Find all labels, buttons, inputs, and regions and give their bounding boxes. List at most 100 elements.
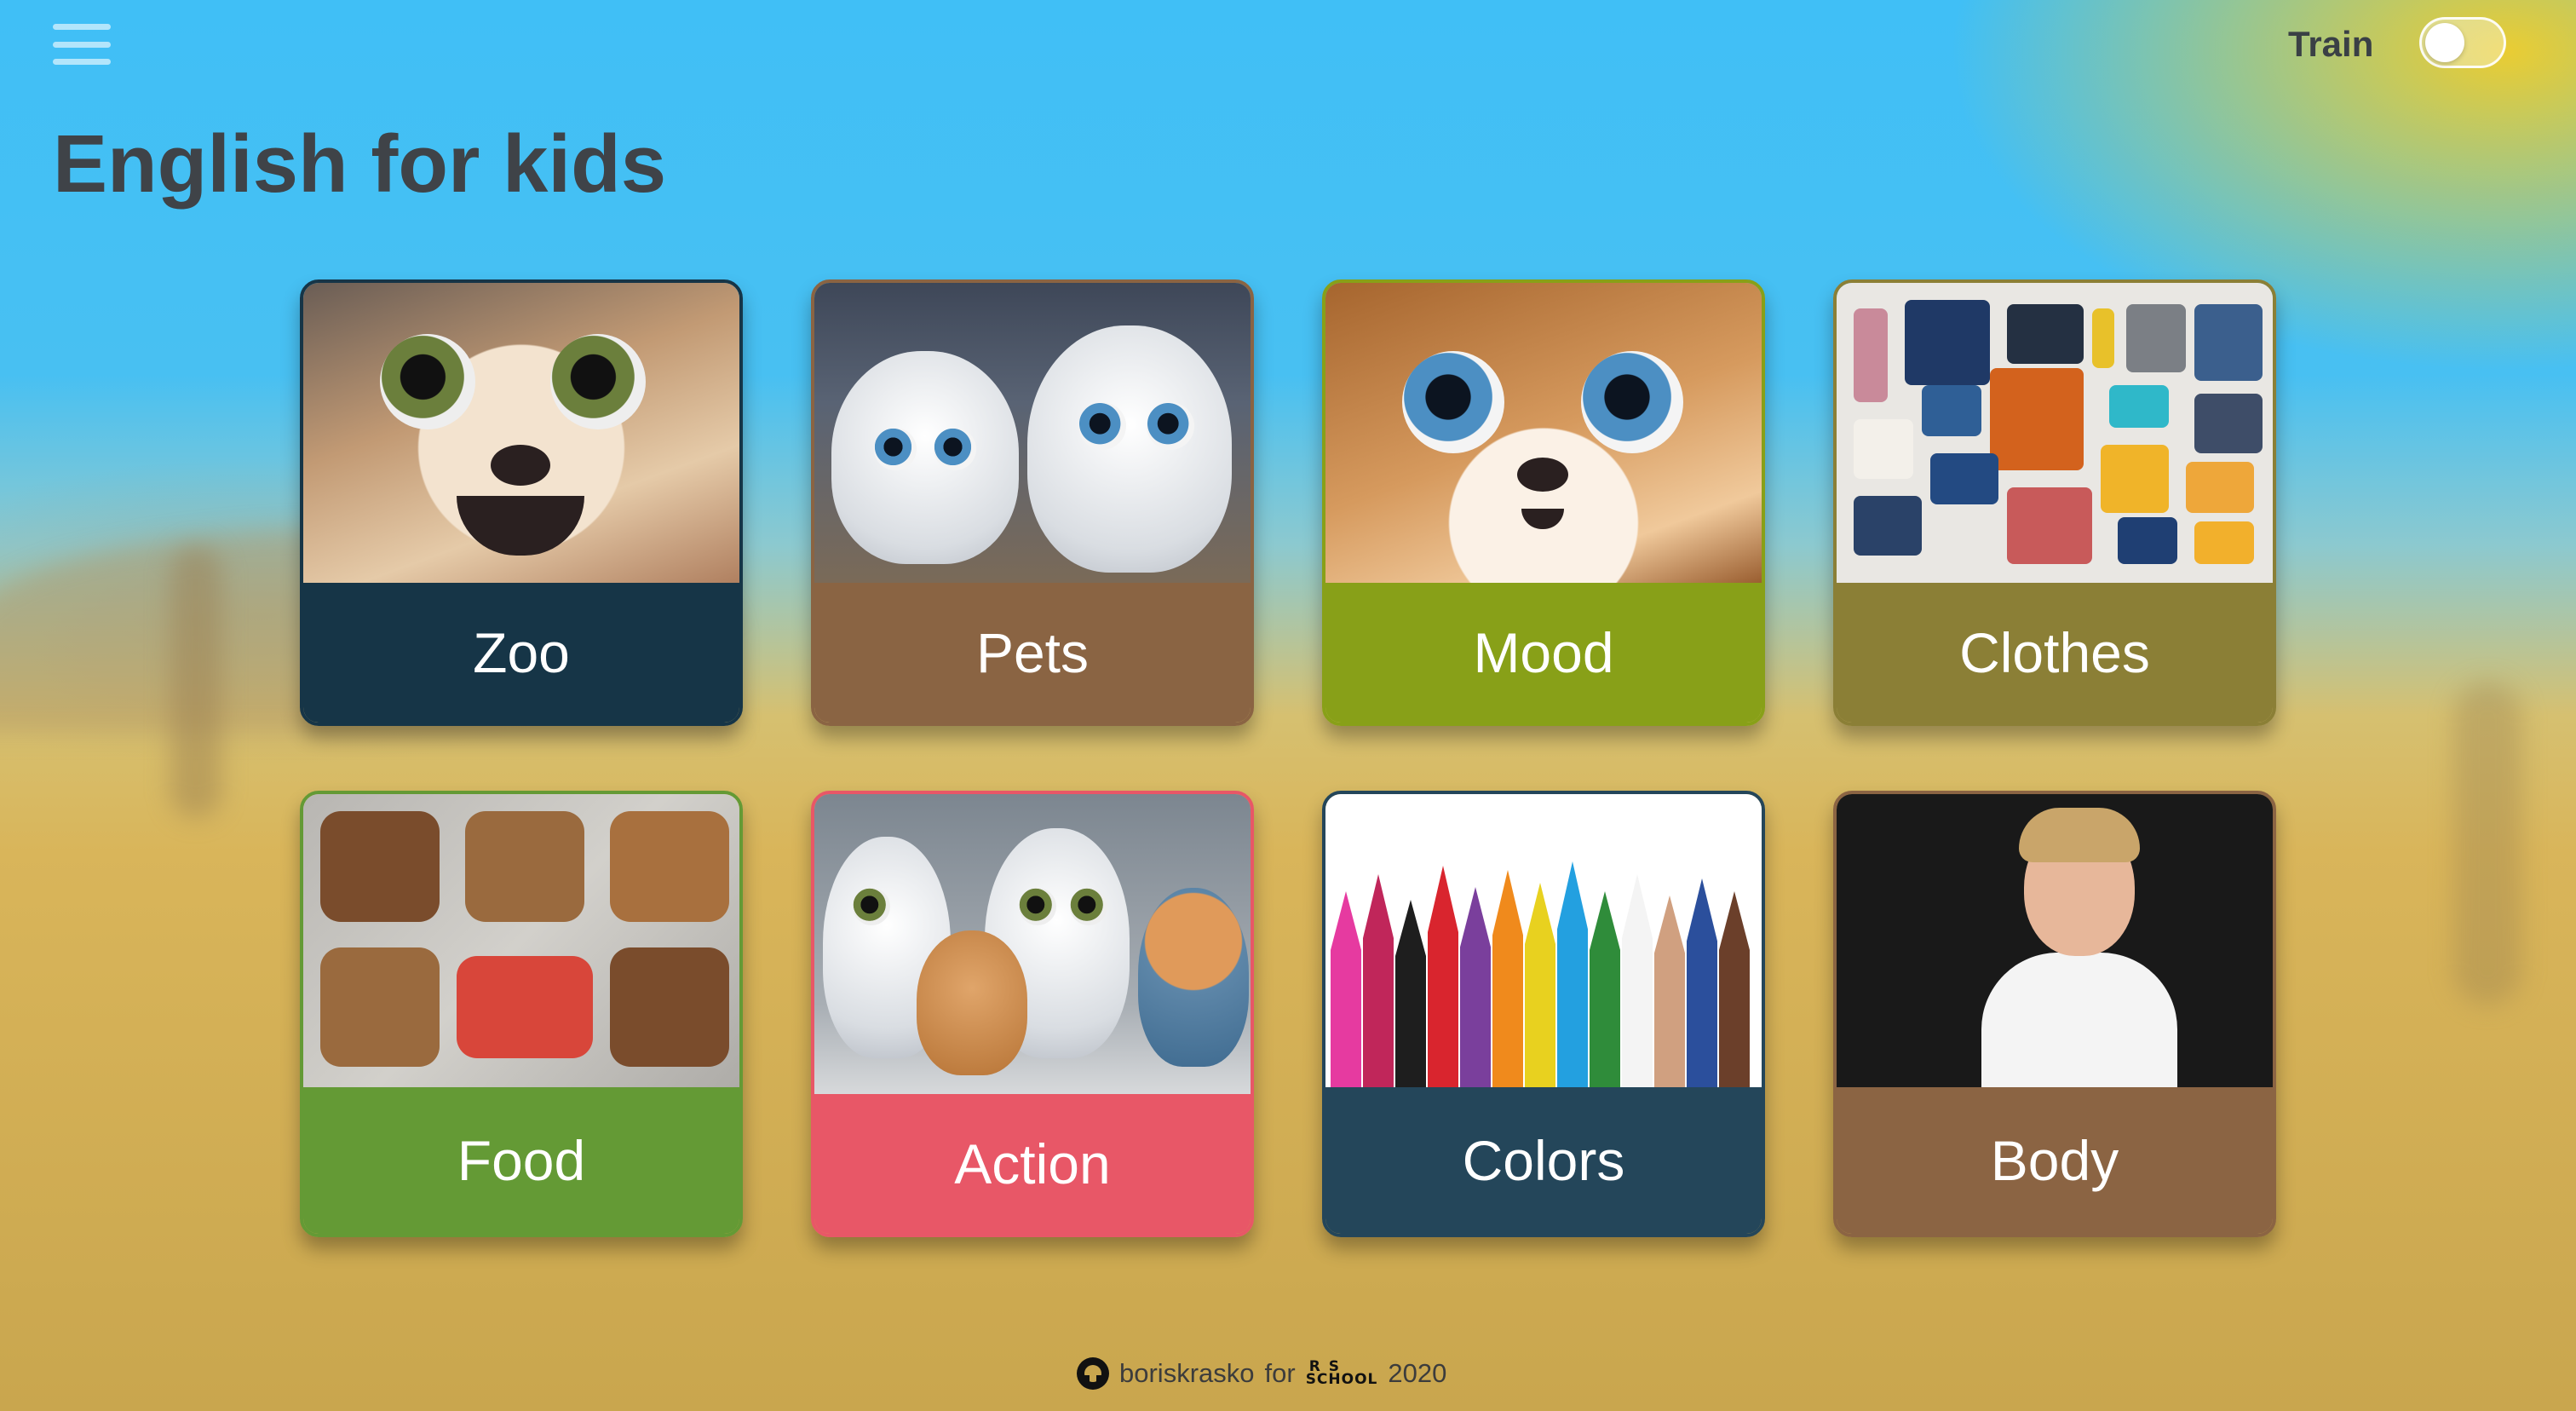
boy-shirt	[1981, 953, 2177, 1087]
mood-nose	[1517, 458, 1568, 492]
header: Train	[0, 0, 2576, 102]
pencil	[1654, 896, 1685, 1087]
menu-line	[53, 24, 111, 30]
zoo-mouth	[457, 496, 584, 556]
clothes-item	[2092, 308, 2114, 368]
rs-school-logo[interactable]: RS SCHOOL	[1305, 1359, 1378, 1388]
food-toast	[465, 811, 584, 922]
zoo-nose	[491, 445, 550, 486]
food-image	[303, 794, 739, 1087]
category-card-food[interactable]: Food	[300, 791, 743, 1237]
clothes-item	[1854, 308, 1888, 402]
mood-eye-right	[1581, 351, 1683, 453]
category-card-body[interactable]: Body	[1833, 791, 2276, 1237]
author-link[interactable]: boriskrasko	[1119, 1358, 1255, 1389]
clothes-item	[2101, 445, 2169, 513]
toggle-knob	[2425, 23, 2464, 62]
zoo-eye-right	[550, 334, 646, 429]
mode-label: Train	[2288, 24, 2374, 64]
clothes-image	[1837, 283, 2273, 583]
action-eye	[1019, 888, 1056, 925]
pencil	[1557, 861, 1588, 1087]
clothes-item	[1854, 496, 1922, 556]
pets-image	[814, 283, 1251, 583]
category-card-pets[interactable]: Pets	[811, 279, 1254, 726]
pencil	[1525, 883, 1555, 1087]
colors-image	[1325, 794, 1762, 1087]
github-icon[interactable]	[1077, 1357, 1109, 1390]
clothes-item	[2109, 385, 2169, 428]
category-card-clothes[interactable]: Clothes	[1833, 279, 2276, 726]
pencil	[1687, 878, 1717, 1087]
action-eye	[1070, 888, 1107, 925]
background-figure-right	[2453, 682, 2521, 1005]
boy-hair	[2019, 808, 2140, 862]
clothes-item	[2007, 304, 2084, 364]
food-toast	[610, 811, 729, 922]
train-mode-toggle[interactable]	[2419, 17, 2506, 68]
footer-year: 2020	[1388, 1358, 1447, 1388]
category-card-action[interactable]: Action	[811, 791, 1254, 1237]
action-creature	[917, 930, 1027, 1075]
clothes-item	[1922, 385, 1981, 436]
category-label-mood: Mood	[1325, 583, 1762, 723]
pets-eye	[874, 428, 917, 470]
zoo-image	[303, 283, 739, 583]
action-image	[814, 794, 1251, 1094]
clothes-item	[2194, 394, 2263, 453]
food-toast	[457, 956, 593, 1058]
mood-image	[1325, 283, 1762, 583]
pencil	[1331, 891, 1361, 1087]
pencil	[1395, 900, 1426, 1087]
body-image	[1837, 794, 2273, 1087]
food-toast	[320, 811, 440, 922]
rs-logo-bottom: SCHOOL	[1305, 1371, 1378, 1388]
menu-line	[53, 41, 111, 48]
pets-puppy	[1027, 325, 1232, 573]
category-label-clothes: Clothes	[1837, 583, 2273, 723]
category-card-colors[interactable]: Colors	[1322, 791, 1765, 1237]
background-figure	[170, 545, 221, 818]
page-title: English for kids	[53, 118, 667, 210]
category-card-mood[interactable]: Mood	[1322, 279, 1765, 726]
category-label-food: Food	[303, 1087, 739, 1234]
mood-eye-left	[1402, 351, 1504, 453]
hamburger-menu-icon[interactable]	[53, 24, 111, 65]
pencil	[1460, 887, 1491, 1087]
clothes-item	[1930, 453, 1998, 504]
pencil	[1719, 891, 1750, 1087]
footer-for-text: for	[1264, 1358, 1296, 1388]
category-label-colors: Colors	[1325, 1087, 1762, 1234]
clothes-item	[1854, 419, 1913, 479]
clothes-item	[2126, 304, 2186, 372]
pencil	[1363, 874, 1394, 1087]
category-label-pets: Pets	[814, 583, 1251, 723]
clothes-item	[1905, 300, 1990, 385]
menu-line	[53, 59, 111, 65]
pets-kitten	[831, 351, 1019, 564]
clothes-item	[2194, 304, 2263, 381]
mood-mouth	[1521, 509, 1564, 529]
footer: boriskrasko for RS SCHOOL 2020	[1077, 1356, 1446, 1391]
food-toast	[320, 947, 440, 1067]
pencil	[1428, 866, 1458, 1087]
food-toast	[610, 947, 729, 1067]
action-eye	[853, 888, 890, 925]
pets-eye	[1147, 402, 1194, 450]
category-label-action: Action	[814, 1094, 1251, 1234]
category-label-body: Body	[1837, 1087, 2273, 1234]
pets-eye	[934, 428, 976, 470]
clothes-item	[2118, 517, 2177, 564]
pencil	[1492, 870, 1523, 1087]
category-card-zoo[interactable]: Zoo	[300, 279, 743, 726]
clothes-item	[2007, 487, 2092, 564]
clothes-item	[2186, 462, 2254, 513]
action-creature	[1138, 888, 1249, 1067]
pencil	[1590, 891, 1620, 1087]
pencil	[1622, 874, 1653, 1087]
category-label-zoo: Zoo	[303, 583, 739, 723]
zoo-eye-left	[380, 334, 475, 429]
clothes-item	[2194, 521, 2254, 564]
pets-eye	[1078, 402, 1126, 450]
clothes-item	[1990, 368, 2084, 470]
